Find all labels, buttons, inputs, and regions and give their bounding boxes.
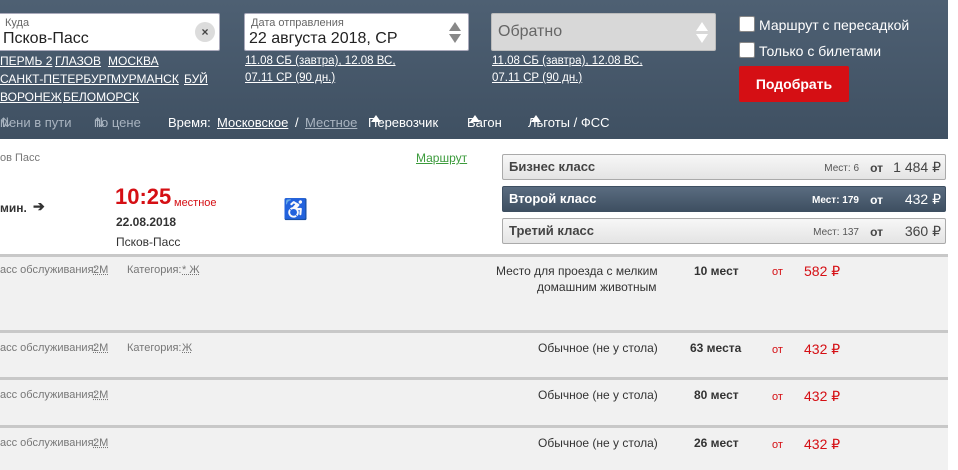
class-third[interactable]: Третий класс Мест: 137 от 360 ₽ (502, 218, 946, 244)
category-label: Категория: (127, 264, 182, 276)
class-business[interactable]: Бизнес класс Мест: 6 от 1 484 ₽ (502, 154, 946, 180)
service-class-label: асс обслуживания: (0, 389, 97, 401)
seat-type: Обычное (не у стола) (538, 436, 658, 450)
arrival-station: Псков-Пасс (116, 235, 181, 249)
destination-field[interactable]: Куда Псков-Пасс × (0, 13, 220, 51)
service-class-label: асс обслуживания: (0, 437, 97, 449)
service-class-label: асс обслуживания: (0, 342, 97, 354)
seat-type: Обычное (не у стола) (538, 388, 658, 402)
travel-duration: мин. (0, 201, 27, 215)
city-link-voronezh[interactable]: ВОРОНЕЖ (0, 90, 62, 104)
departure-quick-dates[interactable]: 11.08 СБ (завтра), 12.08 ВС, (245, 53, 396, 69)
destination-label: Куда (5, 17, 30, 29)
price-from-label: от (772, 344, 783, 356)
time-separator: / (295, 115, 299, 130)
time-label: Время: (168, 115, 211, 130)
sort-icon: ⇅ (94, 115, 105, 130)
seat-count: 80 мест (694, 388, 739, 402)
checkbox-icon[interactable] (739, 42, 755, 58)
triangle-up-icon (531, 115, 541, 122)
departure-date-value[interactable]: 22 августа 2018, СР (249, 30, 398, 48)
arrival-time-kind: местное (174, 197, 217, 209)
city-link-perm[interactable]: ПЕРМЬ 2 (0, 54, 52, 68)
time-local-link[interactable]: Местное (305, 115, 357, 130)
transfer-checkbox[interactable]: Маршрут с пересадкой (739, 16, 909, 33)
departure-station: ов Пасс (0, 152, 41, 164)
departure-date-label: Дата отправления (251, 17, 344, 29)
wagon-row[interactable]: асс обслуживания: 2М Категория: Ж Обычно… (0, 333, 948, 377)
wagon-price[interactable]: 432 ₽ (804, 436, 840, 453)
tickets-only-label: Только с билетами (759, 43, 882, 59)
arrival-date: 22.08.2018 (116, 215, 177, 229)
city-link-bui[interactable]: БУЙ (184, 72, 208, 86)
city-link-belomorsk[interactable]: БЕЛОМОРСК (63, 90, 139, 104)
service-class-label: асс обслуживания: (0, 264, 97, 276)
search-panel: Куда Псков-Пасс × ПЕРМЬ 2 ГЛАЗОВ МОСКВА … (0, 0, 948, 139)
return-stepper-icon[interactable] (695, 19, 709, 45)
seat-count: 26 мест (694, 436, 739, 450)
time-moscow-link[interactable]: Московское (217, 115, 288, 130)
seat-count: 10 мест (694, 264, 739, 278)
wagon-price[interactable]: 582 ₽ (804, 263, 840, 280)
city-link-glazov[interactable]: ГЛАЗОВ (55, 54, 101, 68)
sort-icon: ⇅ (0, 115, 11, 130)
seat-type-line-2: домашним животным (537, 280, 657, 294)
seat-count: 63 места (690, 341, 742, 355)
class-name: Второй класс (509, 191, 597, 206)
class-seats: Мест: 137 (813, 227, 859, 238)
class-name: Бизнес класс (509, 159, 596, 174)
class-name: Третий класс (509, 223, 595, 238)
service-class-value[interactable]: 2М (93, 389, 108, 401)
wagon-price[interactable]: 432 ₽ (804, 388, 840, 405)
departure-date-field[interactable]: Дата отправления 22 августа 2018, СР (244, 13, 469, 51)
class-price: 1 484 ₽ (893, 159, 941, 175)
category-value[interactable]: * Ж (182, 264, 200, 276)
transfer-label: Маршрут с пересадкой (759, 17, 910, 33)
class-price: 432 ₽ (904, 191, 941, 207)
arrival-time: 10:25 (115, 184, 172, 209)
seat-type: Обычное (не у стола) (538, 341, 658, 355)
wagon-row[interactable]: асс обслуживания: 2М Обычное (не у стола… (0, 428, 948, 470)
arrow-right-icon: ➔ (33, 198, 45, 214)
return-date-placeholder: Обратно (498, 23, 563, 40)
class-from-label: от (870, 225, 883, 239)
class-from-label: от (870, 161, 883, 175)
price-from-label: от (772, 439, 783, 451)
destination-value[interactable]: Псков-Пасс (3, 30, 89, 48)
return-quick-dates[interactable]: 11.08 СБ (завтра), 12.08 ВС, (492, 53, 643, 69)
wheelchair-icon: ♿ (283, 199, 308, 221)
service-class-value[interactable]: 2М (93, 264, 108, 276)
date-stepper-icon[interactable] (448, 19, 462, 45)
class-price: 360 ₽ (904, 223, 941, 239)
seat-type-line-1: Место для проезда с мелким (496, 264, 658, 278)
service-class-value[interactable]: 2М (93, 342, 108, 354)
class-second[interactable]: Второй класс Мест: 179 от 432 ₽ (502, 186, 946, 212)
class-seats: Мест: 179 (811, 195, 859, 206)
city-link-moscow[interactable]: МОСКВА (108, 54, 159, 68)
category-value[interactable]: Ж (182, 342, 192, 354)
route-link[interactable]: Маршрут (416, 151, 467, 165)
submit-button[interactable]: Подобрать (739, 66, 849, 102)
city-link-spb[interactable]: САНКТ-ПЕТЕРБУРГ (0, 72, 113, 86)
return-date-field[interactable]: Обратно (491, 13, 716, 51)
checkbox-icon[interactable] (739, 16, 755, 32)
tickets-only-checkbox[interactable]: Только с билетами (739, 42, 881, 59)
wagon-row[interactable]: асс обслуживания: 2М Категория: * Ж Мест… (0, 257, 948, 330)
clear-icon[interactable]: × (195, 22, 215, 42)
service-class-value[interactable]: 2М (93, 437, 108, 449)
category-label: Категория: (127, 342, 182, 354)
city-link-murmansk[interactable]: МУРМАНСК (111, 72, 179, 86)
departure-quick-dates-2[interactable]: 07.11 СР (90 дн.) (245, 70, 335, 86)
class-seats: Мест: 6 (824, 163, 859, 174)
price-from-label: от (772, 391, 783, 403)
class-from-label: от (870, 193, 883, 207)
price-from-label: от (772, 266, 783, 278)
wagon-price[interactable]: 432 ₽ (804, 341, 840, 358)
return-quick-dates-2[interactable]: 07.11 СР (90 дн.) (492, 70, 582, 86)
triangle-up-icon (470, 115, 480, 122)
wagon-row[interactable]: асс обслуживания: 2М Обычное (не у стола… (0, 380, 948, 425)
triangle-up-icon (371, 115, 381, 122)
